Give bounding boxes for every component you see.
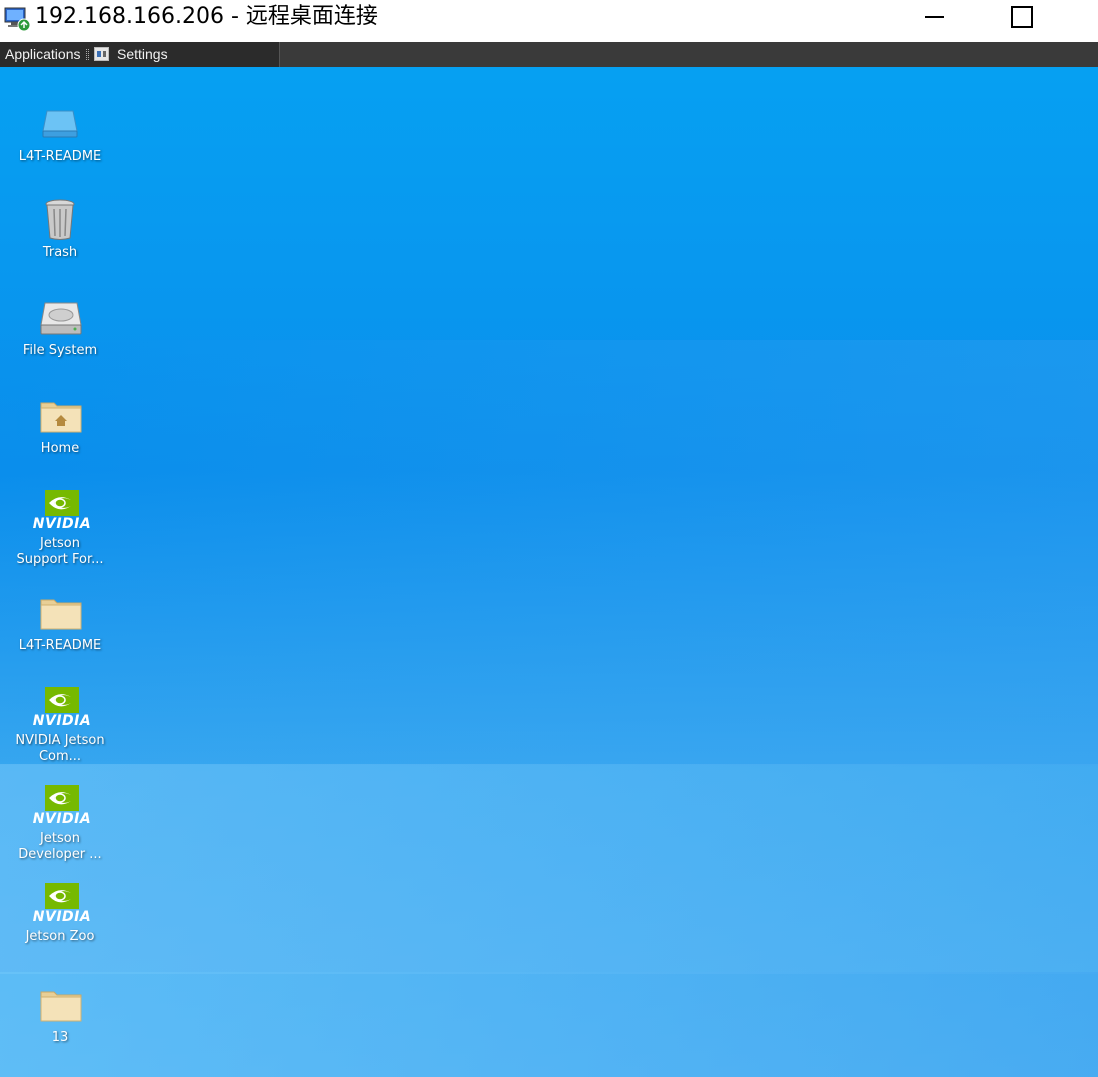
nvidia-brand-text: NVIDIA — [32, 516, 92, 532]
desktop-icon-label: Jetson Developer ... — [18, 831, 102, 862]
hard-disk-icon — [40, 302, 82, 335]
nvidia-brand-text: NVIDIA — [32, 713, 92, 729]
desktop-icon-l4t-readme-folder[interactable]: L4T-README — [0, 592, 120, 654]
folder-icon — [40, 991, 82, 1022]
desktop-icon-folder-13[interactable]: 13 — [0, 984, 120, 1046]
desktop-icon-label: Jetson Support For... — [16, 536, 104, 567]
home-folder-icon — [40, 402, 82, 433]
settings-icon — [94, 47, 109, 61]
nvidia-brand-text: NVIDIA — [32, 811, 92, 827]
desktop-icon-l4t-readme-drive[interactable]: L4T-README — [0, 103, 120, 165]
wallpaper-band — [0, 340, 1098, 765]
maximize-button[interactable] — [1000, 3, 1042, 31]
rdp-title-bar[interactable]: 192.168.166.206 - 远程桌面连接 — [0, 0, 1098, 42]
nvidia-brand-text: NVIDIA — [32, 909, 92, 925]
desktop-icon-nvidia-jetson-community[interactable]: NVIDIA NVIDIA Jetson Com... — [0, 687, 120, 765]
nvidia-icon — [45, 490, 79, 516]
settings-label: Settings — [117, 46, 168, 62]
desktop-icon-home[interactable]: Home — [0, 395, 120, 457]
desktop[interactable]: L4T-README Trash File System Home NVIDIA… — [0, 67, 1098, 1077]
desktop-icon-label: L4T-README — [18, 149, 102, 164]
desktop-icon-file-system[interactable]: File System — [0, 297, 120, 359]
nvidia-icon — [45, 785, 79, 811]
desktop-icon-label: 13 — [51, 1030, 69, 1045]
desktop-icon-label: Trash — [42, 245, 78, 260]
desktop-icon-label: Home — [40, 441, 80, 456]
panel-launcher-area: Applications Settings — [0, 42, 280, 67]
desktop-icon-jetson-zoo[interactable]: NVIDIA Jetson Zoo — [0, 883, 120, 945]
wallpaper-band — [0, 972, 1098, 1077]
desktop-icon-jetson-developer[interactable]: NVIDIA Jetson Developer ... — [0, 785, 120, 863]
nvidia-icon — [45, 883, 79, 909]
panel-separator — [86, 49, 89, 60]
wallpaper-band — [0, 764, 1098, 974]
top-panel: Applications Settings — [0, 42, 1098, 67]
folder-icon — [40, 599, 82, 630]
desktop-icon-label: L4T-README — [18, 638, 102, 653]
settings-taskbar-button[interactable]: Settings — [94, 42, 168, 67]
nvidia-icon — [45, 687, 79, 713]
desktop-icon-label: Jetson Zoo — [25, 929, 95, 944]
desktop-icon-jetson-support[interactable]: NVIDIA Jetson Support For... — [0, 490, 120, 568]
applications-menu-button[interactable]: Applications — [5, 42, 81, 67]
remote-desktop-icon — [4, 7, 31, 32]
desktop-icon-trash[interactable]: Trash — [0, 199, 120, 261]
minimize-button[interactable] — [915, 3, 957, 31]
window-title: 192.168.166.206 - 远程桌面连接 — [35, 4, 378, 29]
drive-icon — [42, 110, 78, 138]
trash-icon — [45, 199, 75, 240]
desktop-icon-label: File System — [22, 343, 98, 358]
desktop-icon-label: NVIDIA Jetson Com... — [15, 733, 105, 764]
